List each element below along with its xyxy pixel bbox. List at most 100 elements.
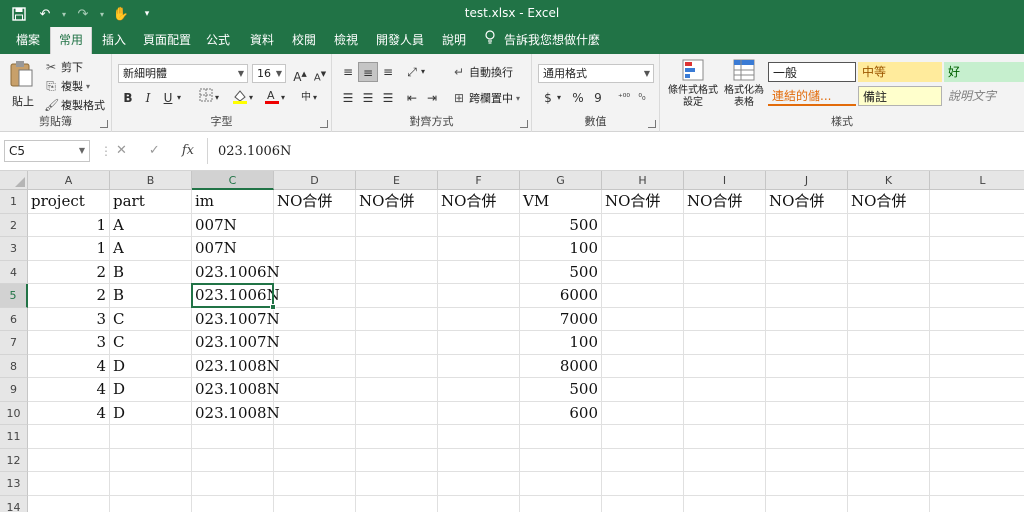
cell-i7[interactable] (684, 331, 766, 355)
cell-l2[interactable] (930, 214, 1024, 237)
row-header-14[interactable]: 14 (0, 495, 28, 512)
cell-a11[interactable] (28, 425, 110, 449)
cell-i1[interactable]: NO合併 (684, 190, 766, 214)
tab-view[interactable]: 檢視 (330, 27, 362, 54)
cell-c10[interactable]: 023.1008N (192, 401, 280, 425)
cell-j14[interactable] (766, 495, 848, 512)
cell-k6[interactable] (848, 307, 930, 331)
column-header-h[interactable]: H (602, 171, 684, 190)
cell-g12[interactable] (520, 448, 602, 472)
style-hyperlink[interactable]: 連結的儲... (768, 86, 856, 106)
cell-a1[interactable]: project (28, 190, 110, 214)
decrease-decimal-icon[interactable]: ⁰₀ (632, 88, 652, 108)
cell-i5[interactable] (684, 284, 766, 308)
cell-h1[interactable]: NO合併 (602, 190, 684, 214)
column-header-i[interactable]: I (684, 171, 766, 190)
formula-input[interactable]: 023.1006N (218, 144, 291, 159)
cell-c7[interactable]: 023.1007N (192, 331, 280, 355)
cell-l1[interactable] (930, 190, 1024, 214)
cell-l5[interactable] (930, 284, 1024, 308)
cell-d10[interactable] (274, 401, 356, 425)
cell-k12[interactable] (848, 448, 930, 472)
cell-c8[interactable]: 023.1008N (192, 354, 280, 378)
cell-c12[interactable] (192, 448, 274, 472)
align-center-icon[interactable]: ☰ (358, 88, 378, 108)
cell-h7[interactable] (602, 331, 684, 355)
cell-g4[interactable]: 500 (520, 260, 602, 284)
cell-a13[interactable] (28, 472, 110, 496)
column-header-j[interactable]: J (766, 171, 848, 190)
cell-e2[interactable] (356, 213, 438, 237)
cell-a2[interactable]: 1 (28, 213, 110, 237)
cell-f9[interactable] (438, 378, 520, 402)
cell-c14[interactable] (192, 495, 274, 512)
cell-f5[interactable] (438, 284, 520, 308)
cell-l11[interactable] (930, 425, 1024, 449)
chevron-down-icon[interactable]: ▾ (174, 88, 184, 108)
cell-l8[interactable] (930, 355, 1024, 378)
column-header-g[interactable]: G (520, 171, 602, 190)
cell-b5[interactable]: B (110, 284, 192, 308)
chevron-down-icon[interactable]: ▾ (212, 88, 222, 108)
cell-e10[interactable] (356, 401, 438, 425)
cell-k3[interactable] (848, 237, 930, 261)
cell-h14[interactable] (602, 495, 684, 512)
comma-button[interactable]: 9 (588, 88, 608, 108)
cell-g1[interactable]: VM (520, 190, 602, 214)
cancel-icon[interactable]: ✕ (116, 143, 127, 158)
cell-b10[interactable]: D (110, 401, 192, 425)
wrap-text-button[interactable]: ↵ 自動換行 (452, 64, 513, 80)
cell-h9[interactable] (602, 378, 684, 402)
row-header-5[interactable]: 5 (0, 284, 28, 308)
font-name-select[interactable]: 新細明體 ▼ (118, 64, 248, 83)
cell-b14[interactable] (110, 495, 192, 512)
cell-i9[interactable] (684, 378, 766, 402)
cell-a12[interactable] (28, 448, 110, 472)
tab-page-layout[interactable]: 頁面配置 (140, 27, 194, 54)
cell-l10[interactable] (930, 402, 1024, 425)
tab-data[interactable]: 資料 (246, 27, 278, 54)
cell-f7[interactable] (438, 331, 520, 355)
cell-a6[interactable]: 3 (28, 307, 110, 331)
cell-l14[interactable] (930, 496, 1024, 512)
style-good[interactable]: 好 (944, 62, 1024, 82)
cell-l13[interactable] (930, 472, 1024, 496)
cell-h8[interactable] (602, 354, 684, 378)
cell-k14[interactable] (848, 495, 930, 512)
cell-d11[interactable] (274, 425, 356, 449)
cell-f1[interactable]: NO合併 (438, 190, 520, 214)
chevron-down-icon[interactable]: ▾ (554, 88, 564, 108)
tab-home[interactable]: 常用 (50, 27, 92, 55)
cell-g8[interactable]: 8000 (520, 354, 602, 378)
cell-e14[interactable] (356, 495, 438, 512)
cell-b6[interactable]: C (110, 307, 192, 331)
cell-b11[interactable] (110, 425, 192, 449)
row-header-4[interactable]: 4 (0, 260, 28, 284)
align-bottom-icon[interactable]: ≡ (378, 62, 398, 82)
cell-b1[interactable]: part (110, 190, 192, 214)
cell-j12[interactable] (766, 448, 848, 472)
cell-d9[interactable] (274, 378, 356, 402)
cell-f13[interactable] (438, 472, 520, 496)
cell-g9[interactable]: 500 (520, 378, 602, 402)
row-header-10[interactable]: 10 (0, 401, 28, 425)
cell-f11[interactable] (438, 425, 520, 449)
column-header-l[interactable]: L (930, 171, 1024, 190)
cell-g6[interactable]: 7000 (520, 307, 602, 331)
cell-c13[interactable] (192, 472, 274, 496)
cell-b4[interactable]: B (110, 260, 192, 284)
cell-g5[interactable]: 6000 (520, 284, 602, 308)
fill-handle[interactable] (270, 303, 276, 310)
cell-h11[interactable] (602, 425, 684, 449)
cell-f6[interactable] (438, 307, 520, 331)
tell-me-box[interactable]: 告訴我您想做什麼 (484, 27, 600, 54)
cell-k1[interactable]: NO合併 (848, 190, 930, 214)
style-explanatory[interactable]: 說明文字 (944, 86, 1024, 106)
cell-i10[interactable] (684, 401, 766, 425)
copy-button[interactable]: ⎘ 複製 ▾ (44, 78, 90, 94)
cell-h6[interactable] (602, 307, 684, 331)
cell-e1[interactable]: NO合併 (356, 190, 438, 214)
cell-g11[interactable] (520, 425, 602, 449)
select-all-button[interactable] (0, 171, 28, 190)
format-as-table-button[interactable]: 格式化為 表格 (722, 58, 766, 118)
